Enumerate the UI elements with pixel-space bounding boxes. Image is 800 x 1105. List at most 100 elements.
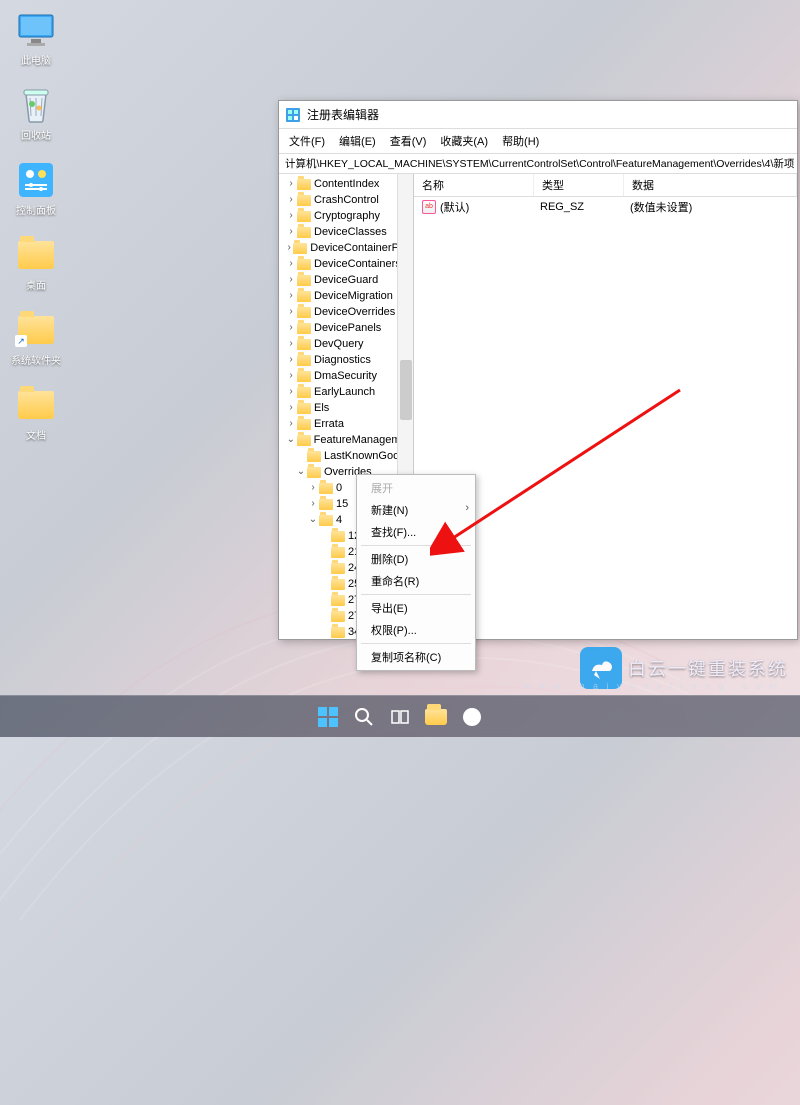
tree-node[interactable]: ›DevQuery	[283, 336, 413, 352]
context-menu-item[interactable]: 权限(P)...	[357, 619, 475, 641]
context-menu-item[interactable]: 导出(E)	[357, 597, 475, 619]
start-button[interactable]	[314, 703, 342, 731]
col-name[interactable]: 名称	[414, 174, 534, 196]
taskbar-taskview[interactable]	[386, 703, 414, 731]
tree-node[interactable]: LastKnownGood	[283, 448, 413, 464]
tree-node-label: EarlyLaunch	[314, 384, 375, 400]
folder-icon	[297, 339, 311, 350]
address-bar[interactable]: 计算机\HKEY_LOCAL_MACHINE\SYSTEM\CurrentCon…	[279, 153, 797, 174]
folder-icon	[16, 385, 56, 425]
desktop-icon-folder-1[interactable]: 桌面	[10, 235, 62, 292]
tree-node[interactable]: › DeviceGuard	[283, 272, 413, 288]
desktop-icon-this-pc[interactable]: 此电脑	[10, 10, 62, 67]
tree-node[interactable]: ›DeviceClasses	[283, 224, 413, 240]
tree-node[interactable]: › EarlyLaunch	[283, 384, 413, 400]
folder-icon	[297, 179, 311, 190]
tree-node-label: DeviceMigration	[314, 288, 393, 304]
menu-help[interactable]: 帮助(H)	[496, 131, 545, 151]
icon-label: 桌面	[26, 277, 46, 292]
tree-node-label: Errata	[314, 416, 344, 432]
folder-icon	[331, 531, 345, 542]
tree-node[interactable]: › Errata	[283, 416, 413, 432]
tree-twisty-icon[interactable]: ›	[285, 304, 297, 320]
tree-twisty-icon[interactable]: ›	[285, 176, 297, 192]
tree-twisty-icon[interactable]: ›	[285, 416, 297, 432]
folder-icon	[293, 243, 307, 254]
tree-node[interactable]: ›DmaSecurity	[283, 368, 413, 384]
watermark-text: 白云一键重装系统	[628, 655, 788, 681]
folder-icon	[331, 547, 345, 558]
tree-twisty-icon[interactable]: ⌄	[285, 432, 297, 448]
folder-icon	[319, 515, 333, 526]
context-menu-item[interactable]: 查找(F)...	[357, 521, 475, 543]
menu-view[interactable]: 查看(V)	[384, 131, 433, 151]
col-data[interactable]: 数据	[624, 174, 797, 196]
taskbar-search[interactable]	[350, 703, 378, 731]
col-type[interactable]: 类型	[534, 174, 624, 196]
tree-twisty-icon[interactable]: ›	[285, 208, 297, 224]
tree-node[interactable]: ⌄FeatureManagement	[283, 432, 413, 448]
tree-twisty-icon[interactable]: ›	[285, 336, 297, 352]
taskbar-explorer[interactable]	[422, 703, 450, 731]
context-menu-item[interactable]: 复制项名称(C)	[357, 646, 475, 668]
tree-node[interactable]: ›Diagnostics	[283, 352, 413, 368]
tree-node[interactable]: ›ContentIndex	[283, 176, 413, 192]
tree-twisty-icon[interactable]: ›	[285, 224, 297, 240]
watermark-url: w w w . b a i y u n x i t o n g . c o m	[523, 681, 780, 691]
context-menu-item[interactable]: 新建(N)	[357, 499, 475, 521]
folder-icon	[297, 419, 311, 430]
pc-icon	[16, 10, 56, 50]
menu-favorites[interactable]: 收藏夹(A)	[434, 131, 494, 151]
icon-label: 文档	[26, 427, 46, 442]
context-menu-item[interactable]: 删除(D)	[357, 548, 475, 570]
tree-node-label: 0	[336, 480, 342, 496]
tree-twisty-icon[interactable]: ›	[307, 480, 319, 496]
folder-icon	[307, 451, 321, 462]
taskbar-app[interactable]	[458, 703, 486, 731]
tree-twisty-icon[interactable]: ⌄	[307, 512, 319, 528]
tree-twisty-icon[interactable]: ›	[285, 272, 297, 288]
tree-node-label: DeviceContainers	[314, 256, 401, 272]
tree-twisty-icon[interactable]: ›	[285, 288, 297, 304]
tree-twisty-icon[interactable]: ›	[285, 400, 297, 416]
menu-file[interactable]: 文件(F)	[283, 131, 331, 151]
tree-node-label: DeviceGuard	[314, 272, 378, 288]
tree-twisty-icon[interactable]: ›	[285, 368, 297, 384]
desktop-icon-folder-2[interactable]: 系统软件夹	[10, 310, 62, 367]
desktop-icon-folder-3[interactable]: 文档	[10, 385, 62, 442]
tree-node-label: Els	[314, 400, 329, 416]
folder-icon	[297, 403, 311, 414]
menu-edit[interactable]: 编辑(E)	[333, 131, 382, 151]
tree-twisty-icon[interactable]: ›	[285, 320, 297, 336]
tree-twisty-icon[interactable]: ›	[285, 256, 297, 272]
tree-twisty-icon[interactable]: ›	[285, 192, 297, 208]
folder-icon	[297, 227, 311, 238]
tree-twisty-icon[interactable]: ⌄	[295, 464, 307, 480]
tree-node[interactable]: ›CrashControl	[283, 192, 413, 208]
tree-node-label: LastKnownGood	[324, 448, 405, 464]
folder-icon	[16, 235, 56, 275]
desktop-icon-recycle-bin[interactable]: 回收站	[10, 85, 62, 142]
window-titlebar[interactable]: 注册表编辑器	[279, 101, 797, 129]
tree-node[interactable]: › Els	[283, 400, 413, 416]
tree-node[interactable]: › DeviceContainers	[283, 256, 413, 272]
icon-label: 回收站	[21, 127, 51, 142]
folder-icon	[297, 387, 311, 398]
tree-twisty-icon[interactable]: ›	[285, 384, 297, 400]
tree-twisty-icon[interactable]: ›	[307, 496, 319, 512]
desktop-icon-control-panel[interactable]: 控制面板	[10, 160, 62, 217]
folder-icon	[297, 355, 311, 366]
tree-node[interactable]: ›DeviceOverrides	[283, 304, 413, 320]
tree-node-label: DevicePanels	[314, 320, 381, 336]
tree-node[interactable]: ›DeviceContainerPropertyUpda	[283, 240, 413, 256]
tree-twisty-icon[interactable]: ›	[285, 240, 293, 256]
tree-twisty-icon[interactable]: ›	[285, 352, 297, 368]
tree-node[interactable]: › DevicePanels	[283, 320, 413, 336]
folder-icon	[297, 435, 311, 446]
icon-label: 控制面板	[16, 202, 56, 217]
folder-icon	[331, 563, 345, 574]
context-menu-item[interactable]: 重命名(R)	[357, 570, 475, 592]
value-row-default[interactable]: ab (默认) REG_SZ (数值未设置)	[414, 197, 797, 217]
tree-node[interactable]: › DeviceMigration	[283, 288, 413, 304]
tree-node[interactable]: ›Cryptography	[283, 208, 413, 224]
